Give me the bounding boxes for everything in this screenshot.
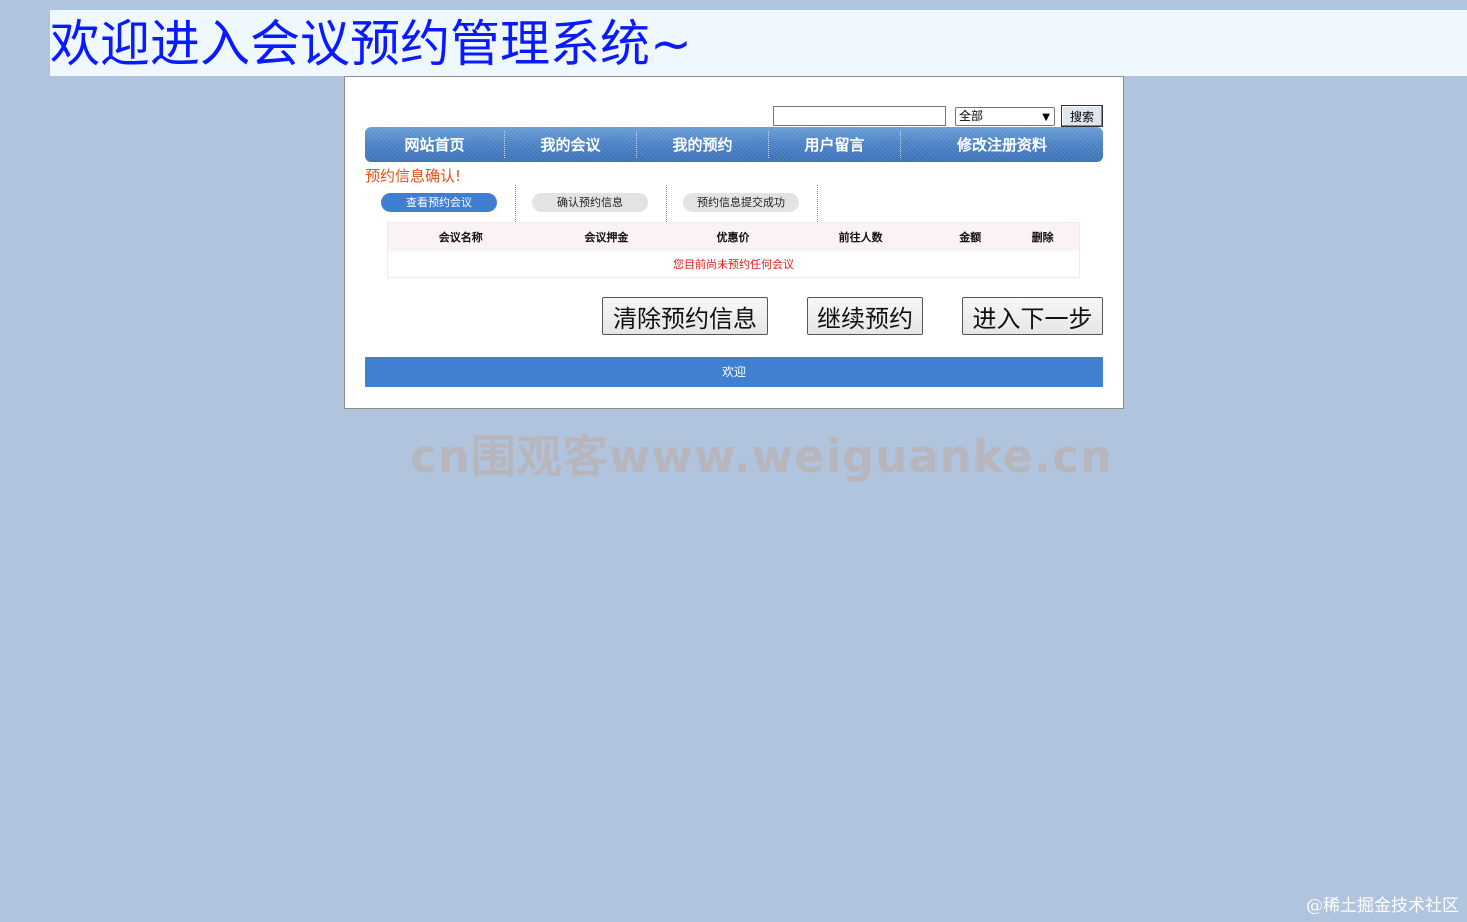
col-amount: 金额 bbox=[934, 222, 1007, 251]
continue-reserve-button[interactable]: 继续预约 bbox=[807, 297, 923, 335]
main-nav: 网站首页 我的会议 我的预约 用户留言 修改注册资料 bbox=[365, 127, 1103, 162]
watermark-center: cn围观客www.weiguanke.cn bbox=[410, 430, 1113, 483]
nav-item-my-meetings[interactable]: 我的会议 bbox=[505, 127, 636, 162]
col-discount-price: 优惠价 bbox=[679, 222, 787, 251]
nav-item-edit-profile[interactable]: 修改注册资料 bbox=[901, 127, 1103, 162]
next-step-button[interactable]: 进入下一步 bbox=[962, 297, 1103, 335]
header-bar: 欢迎进入会议预约管理系统~ bbox=[50, 10, 1467, 76]
nav-item-my-reservations[interactable]: 我的预约 bbox=[637, 127, 768, 162]
col-meeting-name: 会议名称 bbox=[387, 222, 534, 251]
reservation-table: 会议名称 会议押金 优惠价 前往人数 金额 删除 您目前尚未预约任何会议 bbox=[387, 222, 1080, 278]
search-input[interactable] bbox=[773, 106, 946, 126]
table-header-row: 会议名称 会议押金 优惠价 前往人数 金额 删除 bbox=[387, 222, 1080, 251]
step-separator bbox=[515, 185, 516, 222]
col-delete: 删除 bbox=[1006, 222, 1080, 251]
search-button[interactable]: 搜索 bbox=[1061, 105, 1103, 127]
step-confirm-info: 确认预约信息 bbox=[532, 193, 648, 212]
col-deposit: 会议押金 bbox=[533, 222, 680, 251]
step-separator bbox=[817, 185, 818, 222]
page-title: 欢迎进入会议预约管理系统~ bbox=[50, 15, 692, 73]
watermark-corner: @稀土掘金技术社区 bbox=[1306, 896, 1459, 916]
search-scope-value: 全部 bbox=[959, 109, 984, 123]
col-attendees: 前往人数 bbox=[786, 222, 935, 251]
nav-item-home[interactable]: 网站首页 bbox=[365, 127, 504, 162]
step-view-reservations: 查看预约会议 bbox=[381, 193, 497, 212]
step-indicator: 查看预约会议 确认预约信息 预约信息提交成功 bbox=[365, 185, 825, 222]
footer-bar: 欢迎 bbox=[365, 357, 1103, 387]
table-row: 您目前尚未预约任何会议 bbox=[387, 251, 1080, 278]
search-scope-select[interactable]: 全部 ▼ bbox=[955, 107, 1055, 126]
clear-reservation-button[interactable]: 清除预约信息 bbox=[602, 297, 768, 335]
main-panel: 全部 ▼ 搜索 网站首页 我的会议 我的预约 用户留言 修改注册资料 预约信息确… bbox=[344, 76, 1124, 409]
confirm-title: 预约信息确认! bbox=[365, 167, 462, 185]
chevron-down-icon: ▼ bbox=[1042, 112, 1050, 123]
step-submit-success: 预约信息提交成功 bbox=[683, 193, 799, 212]
empty-message: 您目前尚未预约任何会议 bbox=[387, 251, 1080, 278]
step-separator bbox=[666, 185, 667, 222]
nav-item-messages[interactable]: 用户留言 bbox=[769, 127, 900, 162]
